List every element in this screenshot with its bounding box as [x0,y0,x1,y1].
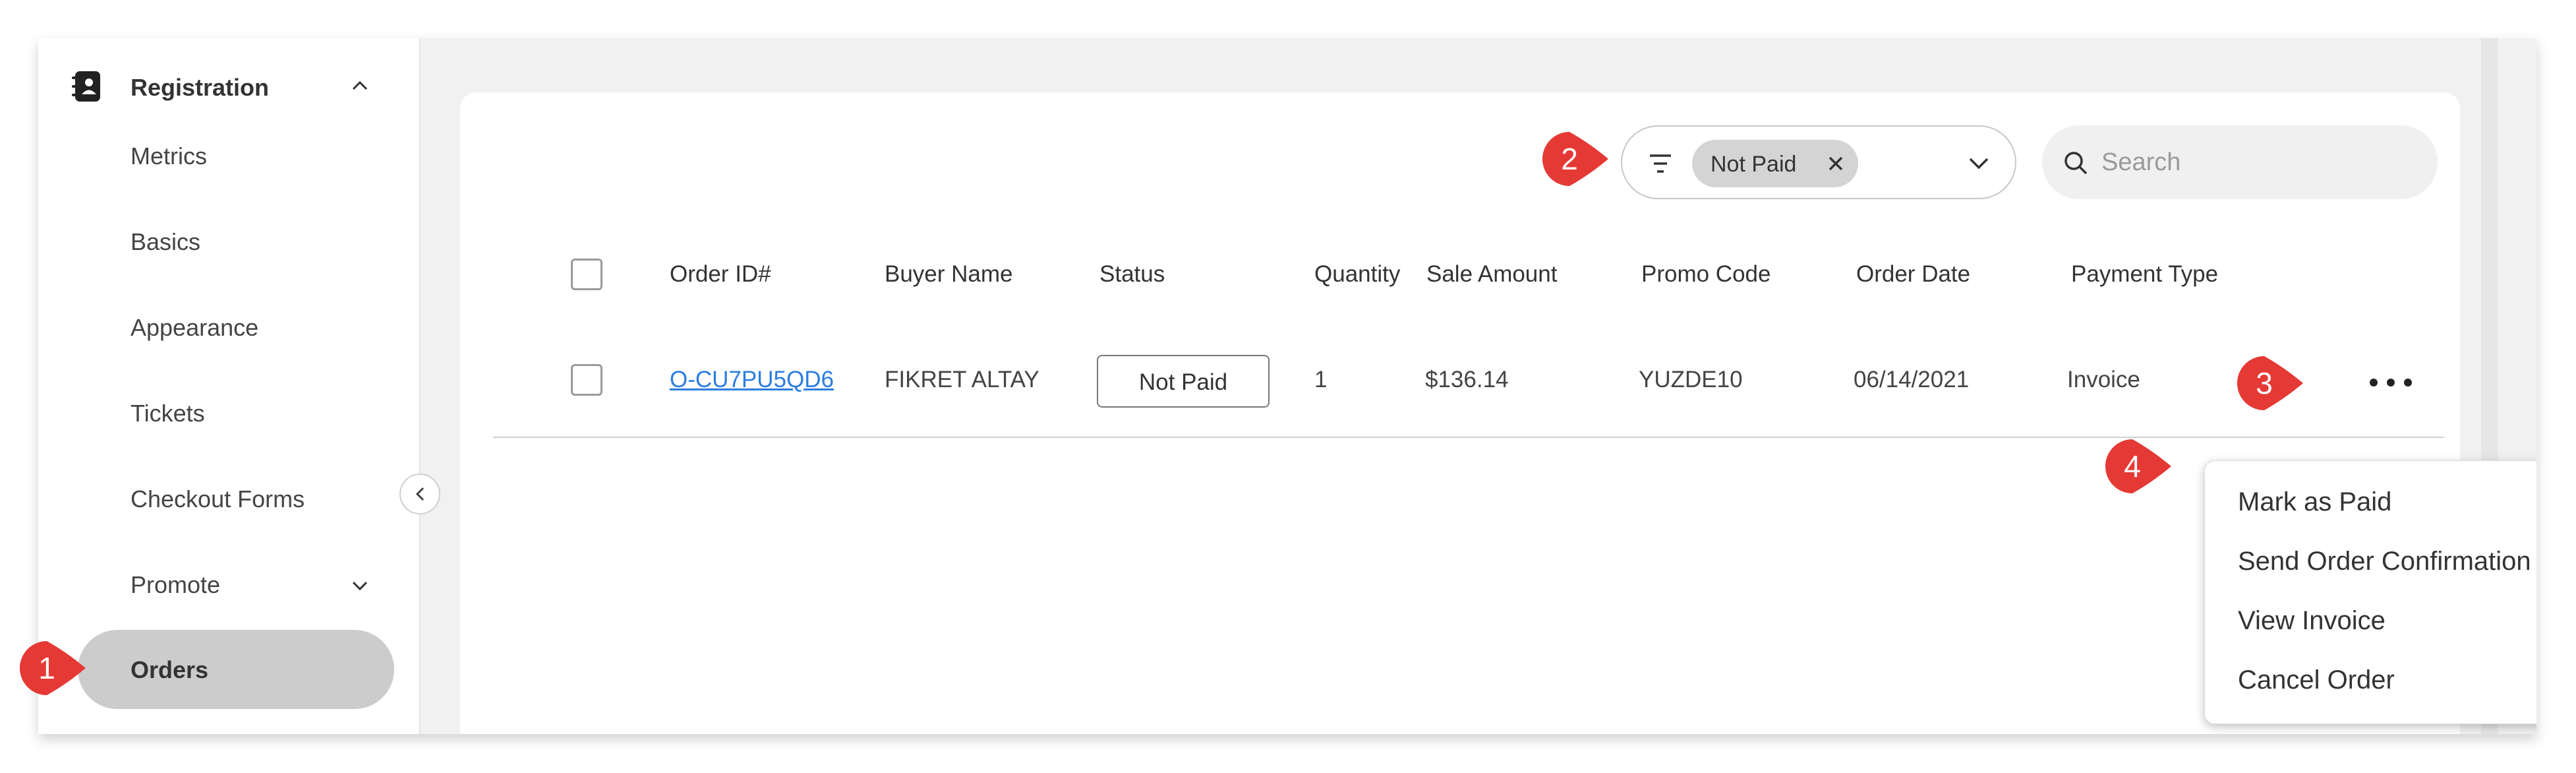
menu-item-view-invoice[interactable]: View Invoice [2238,606,2386,636]
sidebar-item-basics[interactable]: Basics [131,228,200,256]
sidebar-item-orders[interactable]: Orders [78,630,394,709]
filter-chip-not-paid: Not Paid [1692,140,1858,187]
column-header-order-date[interactable]: Order Date [1856,261,1970,288]
sidebar-item-label: Orders [131,656,209,683]
sidebar-item-appearance[interactable]: Appearance [131,314,258,342]
sidebar: Registration Metrics Basics Appearance T… [38,38,421,734]
chevron-down-icon[interactable] [348,574,372,598]
search-field[interactable] [2042,125,2438,199]
orders-panel: Not Paid Order ID# Buyer Name Status Qua… [460,92,2460,734]
filter-chip-label: Not Paid [1711,152,1797,177]
registration-icon [72,71,100,102]
column-header-sale-amount[interactable]: Sale Amount [1426,261,1557,288]
column-header-buyer-name[interactable]: Buyer Name [885,261,1013,288]
step-marker-2: 2 [1542,129,1608,189]
sidebar-section-header[interactable]: Registration [38,58,421,111]
chevron-left-icon [415,487,424,501]
filter-icon [1650,154,1671,173]
status-badge: Not Paid [1097,355,1270,408]
row-actions-button[interactable] [2362,373,2421,393]
status-label: Not Paid [1138,369,1228,395]
column-header-order-id[interactable]: Order ID# [670,261,771,288]
row-checkbox[interactable] [571,364,602,396]
row-actions-menu: Mark as Paid Send Order Confirmation Vie… [2204,460,2536,724]
sale-amount: $136.14 [1425,367,1509,392]
close-icon[interactable] [1825,153,1846,174]
chevron-up-icon[interactable] [348,74,372,98]
order-id-link[interactable]: O-CU7PU5QD6 [670,367,834,393]
column-header-quantity[interactable]: Quantity [1314,261,1400,288]
status-filter-dropdown[interactable]: Not Paid [1621,125,2016,199]
sidebar-title: Registration [131,74,270,101]
sidebar-item-checkout-forms[interactable]: Checkout Forms [131,485,305,513]
search-icon [2064,152,2088,175]
step-marker-1: 1 [20,638,86,698]
buyer-name: FIKRET ALTAY [885,367,1039,392]
order-date: 06/14/2021 [1854,367,1970,392]
menu-item-send-order-confirmation[interactable]: Send Order Confirmation [2238,547,2531,576]
step-marker-3: 3 [2237,354,2303,413]
search-input[interactable] [2101,144,2418,181]
sidebar-item-promote[interactable]: Promote [131,571,220,599]
collapse-sidebar-button[interactable] [399,474,440,514]
column-header-payment-type[interactable]: Payment Type [2071,261,2218,288]
promo-code: YUZDE10 [1639,367,1743,392]
sidebar-item-metrics[interactable]: Metrics [131,142,207,170]
column-header-promo-code[interactable]: Promo Code [1641,261,1771,288]
payment-type: Invoice [2067,367,2140,392]
column-header-status[interactable]: Status [1099,261,1165,288]
app-window: Registration Metrics Basics Appearance T… [38,38,2536,734]
select-all-checkbox[interactable] [571,259,602,290]
sidebar-item-tickets[interactable]: Tickets [131,400,205,427]
quantity: 1 [1314,367,1328,392]
menu-item-cancel-order[interactable]: Cancel Order [2238,665,2395,695]
chevron-down-icon [1969,158,1989,170]
menu-item-mark-as-paid[interactable]: Mark as Paid [2238,487,2391,517]
step-marker-4: 4 [2105,437,2171,496]
